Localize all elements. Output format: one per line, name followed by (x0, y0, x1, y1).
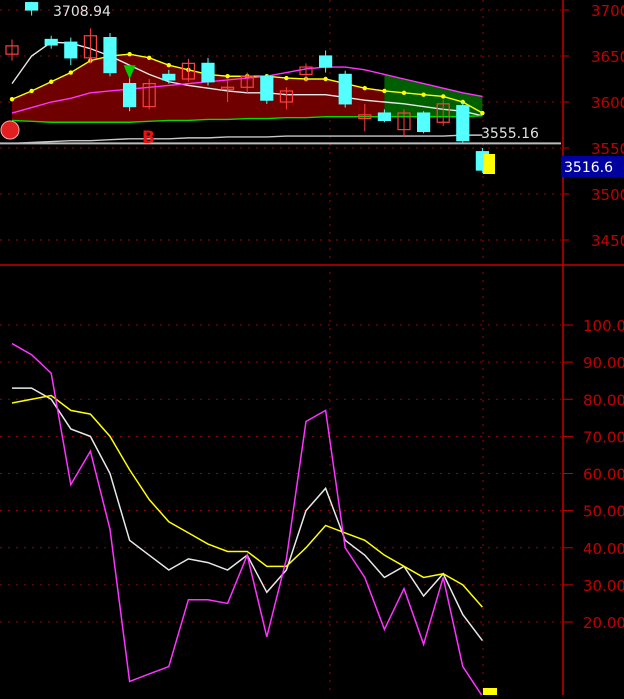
ma-dot-yellow (401, 90, 407, 96)
signal-ball (0, 120, 20, 140)
candle-body (44, 38, 58, 46)
price-tick-label: 3700 (591, 2, 624, 20)
oscillator-tick-label: 20.00 (583, 614, 624, 632)
candle-body (201, 62, 215, 83)
candle-body (377, 112, 391, 122)
candle-body (64, 41, 78, 59)
candle-body (456, 105, 470, 142)
oscillator-tick-label: 90.00 (583, 354, 624, 372)
buy-marker: B (142, 128, 155, 148)
current-bar (483, 154, 495, 174)
ma-dot-yellow (29, 88, 34, 94)
ma-dot-yellow (362, 86, 367, 91)
oscillator-tick-label: 70.00 (583, 428, 624, 446)
oscillator-current-bar (483, 688, 497, 696)
candle-body (260, 75, 274, 101)
oscillator-tick-label: 30.00 (583, 577, 624, 595)
oscillator-tick-label: 50.00 (583, 503, 624, 521)
ma-dot-yellow (382, 88, 387, 94)
candle-body (25, 2, 39, 11)
oscillator-tick-label: 40.00 (583, 540, 624, 558)
ma-dot-yellow (166, 62, 171, 68)
high-price-label: 3708.94 (53, 4, 111, 20)
candle-body (417, 112, 431, 133)
low-price-label: 3555.16 (481, 126, 539, 142)
price-tick-label: 3500 (591, 186, 624, 204)
candle-body (319, 55, 333, 68)
ma-dot-yellow (323, 76, 328, 82)
candle-body (338, 73, 352, 105)
oscillator-tick-label: 100.0 (583, 317, 624, 335)
chart-canvas[interactable]: 3700 3650 3600 3550 3500 3450 100.0 90.00 80.00 7… (0, 0, 624, 697)
ma-dot-yellow (147, 55, 152, 61)
price-tick-label: 3600 (591, 94, 624, 112)
candle-body (122, 82, 137, 108)
ma-dot-yellow (49, 79, 54, 84)
candle-body (162, 73, 176, 81)
oscillator-tick-label: 60.00 (583, 466, 624, 484)
price-tick-label: 3650 (591, 48, 624, 66)
ma-dot-yellow (68, 70, 74, 75)
oscillator-tick-label: 80.00 (583, 391, 624, 409)
price-tick-label: 3550 (591, 140, 624, 158)
ma-dot-yellow (480, 110, 485, 116)
candle-body (103, 36, 117, 74)
ma-dot-yellow (225, 74, 230, 79)
ma-dot-yellow (9, 97, 15, 102)
ma-dot-yellow (421, 92, 426, 97)
price-tick-label: 3450 (591, 232, 624, 250)
ma-dot-yellow (127, 51, 132, 57)
ma-dot-yellow (284, 75, 289, 81)
current-price-label: 3516.6 (564, 160, 613, 176)
ma-dot-yellow (441, 94, 446, 99)
stock-chart-window[interactable]: 3700 3650 3600 3550 3500 3450 100.0 90.00 80.00 7… (0, 0, 624, 697)
